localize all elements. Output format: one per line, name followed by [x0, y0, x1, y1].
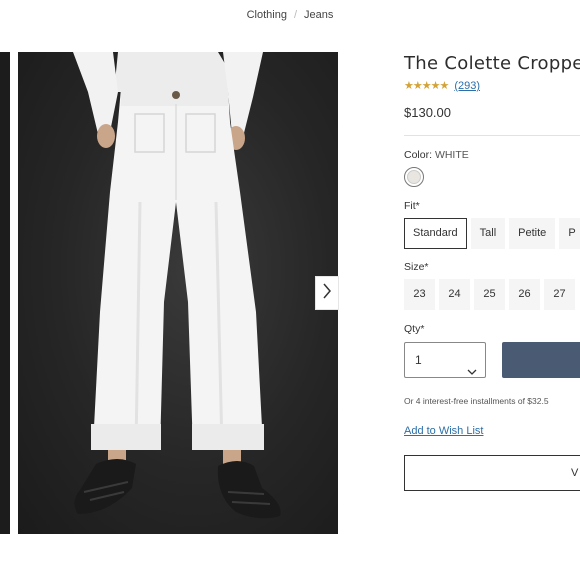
swatch-fill	[407, 170, 421, 184]
fit-option-petite[interactable]: Petite	[509, 218, 556, 249]
chevron-right-icon	[322, 283, 332, 304]
size-label: Size*	[404, 261, 429, 273]
size-options: 23 24 25 26 27	[404, 279, 579, 310]
next-image-button[interactable]	[315, 276, 339, 310]
add-to-bag-button[interactable]	[502, 342, 580, 378]
size-option-27[interactable]: 27	[544, 279, 575, 310]
product-info-panel: The Colette Cropped ★★★★★ (293) $130.00 C…	[404, 0, 580, 580]
quantity-value: 1	[415, 353, 422, 367]
rating: ★★★★★ (293)	[404, 79, 480, 92]
fit-label: Fit*	[404, 200, 420, 212]
size-option-23[interactable]: 23	[404, 279, 435, 310]
size-option-26[interactable]: 26	[509, 279, 540, 310]
fit-option-truncated[interactable]: P	[559, 218, 580, 249]
quantity-select[interactable]: 1	[404, 342, 486, 378]
secondary-button[interactable]: V	[404, 455, 580, 491]
previous-image-sliver[interactable]	[0, 52, 10, 534]
color-label: Color: WHITE	[404, 149, 469, 161]
divider	[404, 135, 580, 136]
breadcrumb-jeans[interactable]: Jeans	[304, 9, 333, 21]
fit-options: Standard Tall Petite P	[404, 218, 580, 249]
color-swatch-white[interactable]	[404, 167, 424, 187]
size-option-25[interactable]: 25	[474, 279, 505, 310]
fit-option-standard[interactable]: Standard	[404, 218, 467, 249]
product-price: $130.00	[404, 105, 451, 120]
product-photo-illustration	[73, 52, 281, 519]
color-value: WHITE	[434, 149, 469, 161]
installments-text: Or 4 interest-free installments of $32.5	[404, 396, 549, 406]
add-to-wish-list-link[interactable]: Add to Wish List	[404, 425, 483, 437]
qty-label: Qty*	[404, 323, 425, 335]
product-title: The Colette Cropped	[404, 53, 580, 74]
breadcrumb-clothing[interactable]: Clothing	[247, 9, 287, 21]
chevron-down-icon	[467, 355, 477, 389]
fit-option-tall[interactable]: Tall	[470, 218, 506, 249]
review-count-link[interactable]: (293)	[454, 80, 480, 92]
product-photo	[18, 52, 338, 534]
color-label-text: Color:	[404, 149, 433, 161]
breadcrumb-separator: /	[293, 9, 298, 21]
size-option-24[interactable]: 24	[439, 279, 470, 310]
rating-stars-icon: ★★★★★	[404, 80, 449, 92]
